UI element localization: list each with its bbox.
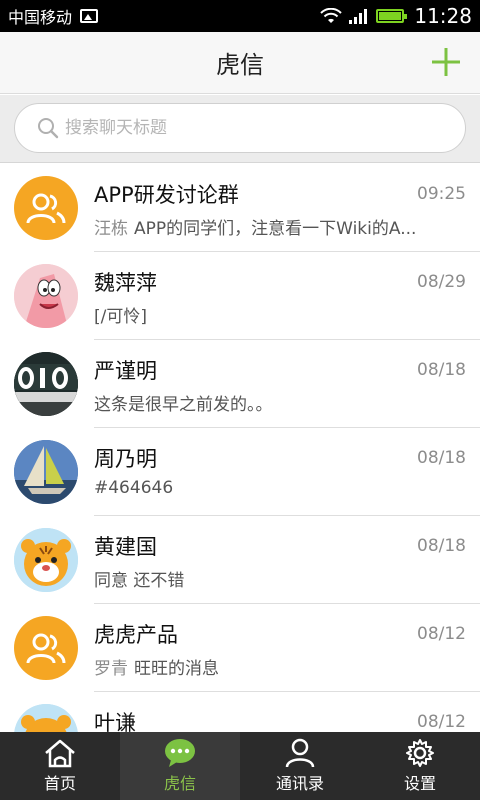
tiger-image	[14, 528, 78, 592]
chat-icon	[165, 739, 195, 767]
battery-icon	[376, 9, 408, 23]
group-avatar	[14, 176, 78, 240]
chat-preview: 罗青 旺旺的消息	[94, 654, 466, 679]
chat-item[interactable]: 周乃明 08/18 #464646	[0, 428, 480, 516]
status-bar: 中国移动 11:28	[0, 0, 480, 32]
contacts-icon	[285, 738, 315, 768]
chat-sender: 汪栋	[94, 219, 128, 239]
carrier-label: 中国移动	[8, 8, 73, 27]
starfish-image	[14, 264, 78, 328]
status-indicators: 11:28	[320, 4, 472, 28]
chat-time: 08/29	[417, 272, 466, 292]
nav-item-home[interactable]: 首页	[0, 732, 120, 800]
chat-name: 魏萍萍	[94, 271, 157, 295]
search-input[interactable]	[65, 118, 425, 138]
nav-label: 设置	[403, 774, 436, 793]
chat-time: 08/18	[417, 448, 466, 468]
chat-name: 周乃明	[94, 447, 157, 471]
group-avatar	[14, 616, 78, 680]
chat-preview: #464646	[94, 478, 466, 498]
chat-preview: [/可怜]	[94, 302, 466, 327]
chat-message: [/可怜]	[94, 307, 147, 327]
chat-time: 08/12	[417, 624, 466, 644]
sign-avatar	[14, 352, 78, 416]
chat-name: 黄建国	[94, 535, 157, 559]
nav-item-chat[interactable]: 虎信	[120, 732, 240, 800]
nav-label: 首页	[43, 774, 76, 793]
group-icon	[26, 633, 66, 664]
app-header: 虎信	[0, 32, 480, 94]
tiger-avatar	[14, 704, 78, 732]
signal-icon	[349, 9, 368, 24]
sailboat-avatar	[14, 440, 78, 504]
nav-item-contacts[interactable]: 通讯录	[240, 732, 360, 800]
search-bar	[0, 95, 480, 163]
nav-label: 虎信	[163, 774, 196, 793]
chat-item[interactable]: 叶谦 08/12	[0, 692, 480, 732]
chat-sender: 罗青	[94, 659, 128, 679]
chat-name: 叶谦	[94, 711, 136, 732]
chat-name: 虎虎产品	[94, 623, 178, 647]
group-icon	[26, 193, 66, 224]
chat-preview: 这条是很早之前发的。。	[94, 390, 466, 415]
chat-item[interactable]: APP研发讨论群 09:25 汪栋 APP的同学们，注意看一下Wiki的A...	[0, 164, 480, 252]
tiger-image	[14, 704, 78, 732]
image-icon	[80, 9, 99, 23]
chat-time: 08/12	[417, 712, 466, 732]
search-icon	[38, 118, 59, 139]
chat-item[interactable]: 黄建国 08/18 同意 还不错	[0, 516, 480, 604]
chat-time: 08/18	[417, 536, 466, 556]
wifi-icon	[320, 8, 343, 23]
chat-preview: 汪栋 APP的同学们，注意看一下Wiki的A...	[94, 214, 466, 239]
search-box[interactable]	[14, 103, 466, 153]
sailboat-image	[14, 440, 78, 504]
chat-preview: 同意 还不错	[94, 566, 466, 591]
home-icon	[45, 739, 75, 768]
chat-item[interactable]: 魏萍萍 08/29 [/可怜]	[0, 252, 480, 340]
bottom-nav: 首页 虎信 通讯录 设置	[0, 732, 480, 800]
chat-message: 旺旺的消息	[134, 659, 219, 679]
chat-list: APP研发讨论群 09:25 汪栋 APP的同学们，注意看一下Wiki的A... …	[0, 164, 480, 732]
page-title: 虎信	[216, 51, 264, 79]
tiger-avatar	[14, 528, 78, 592]
plus-icon[interactable]	[430, 46, 462, 78]
nav-item-settings[interactable]: 设置	[360, 732, 480, 800]
chat-name: APP研发讨论群	[94, 183, 239, 207]
chat-message: APP的同学们，注意看一下Wiki的A...	[134, 219, 417, 239]
starfish-avatar	[14, 264, 78, 328]
chat-message: #464646	[94, 478, 174, 498]
chat-item[interactable]: 严谨明 08/18 这条是很早之前发的。。	[0, 340, 480, 428]
gear-icon	[406, 739, 434, 767]
status-time: 11:28	[414, 4, 472, 28]
chat-time: 09:25	[417, 184, 466, 204]
chat-message: 这条是很早之前发的。。	[94, 395, 273, 415]
chat-name: 严谨明	[94, 359, 157, 383]
nav-label: 通讯录	[275, 774, 324, 793]
chat-time: 08/18	[417, 360, 466, 380]
chat-item[interactable]: 虎虎产品 08/12 罗青 旺旺的消息	[0, 604, 480, 692]
sign-image	[14, 352, 78, 416]
chat-message: 同意 还不错	[94, 571, 185, 591]
